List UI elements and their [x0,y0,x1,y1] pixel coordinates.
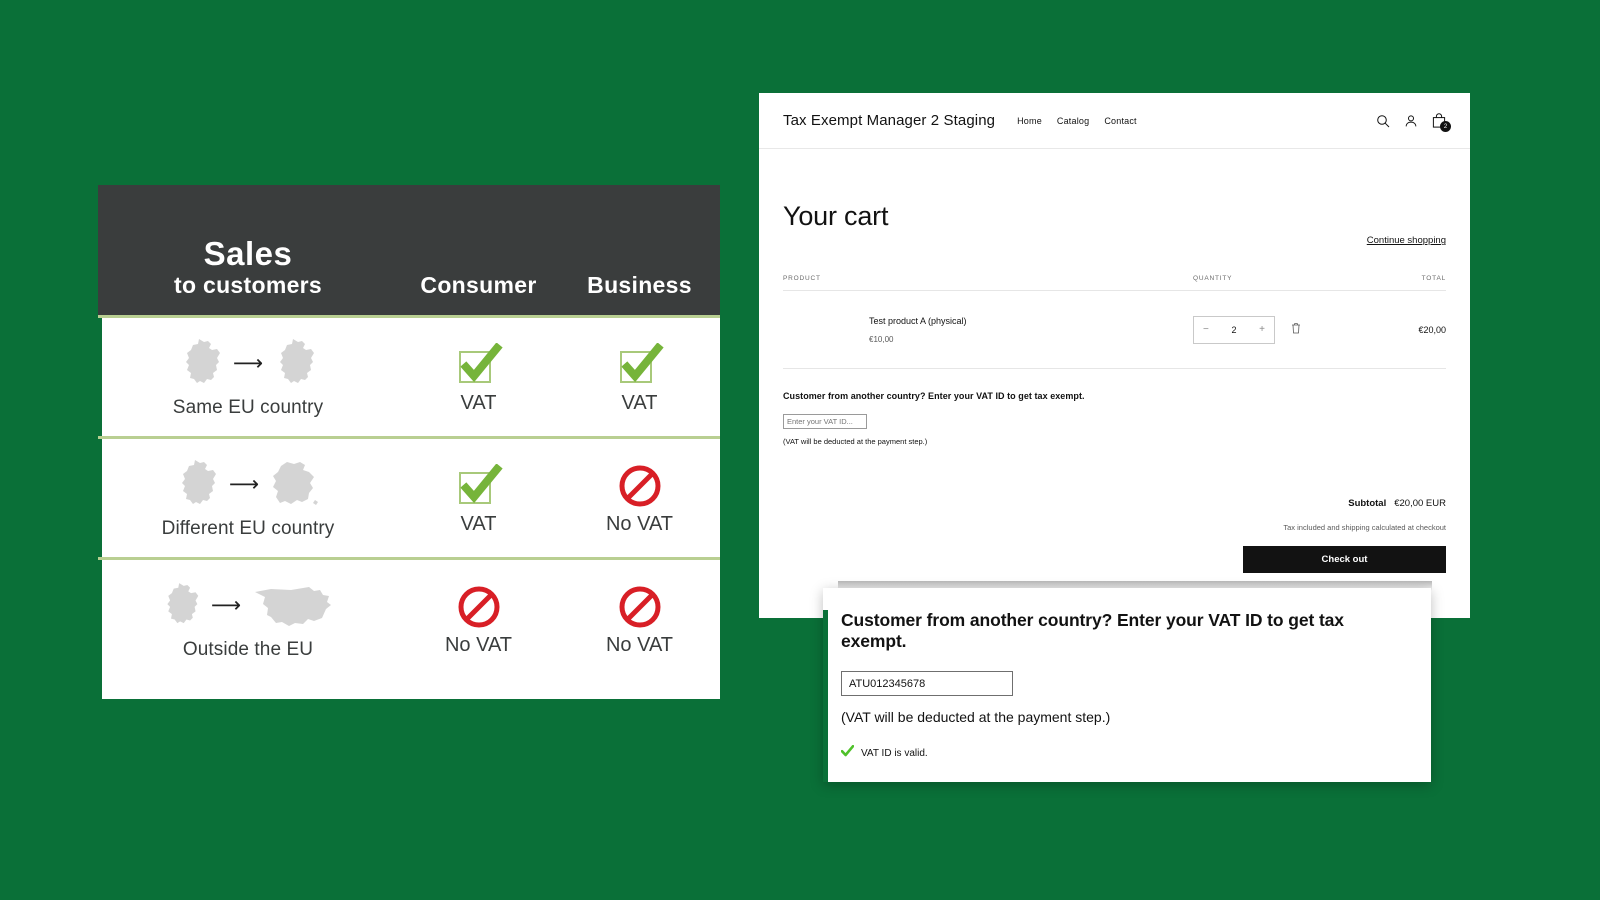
vat-id-input[interactable] [783,414,867,430]
germany-map-icon [273,337,317,389]
infographic-row: ⟶ Outside the EU No VAT No VAT [98,557,720,678]
scenario-cell: ⟶ Different EU country [98,456,398,540]
cart-column-headers: PRODUCT QUANTITY TOTAL [783,275,1446,292]
product-name[interactable]: Test product A (physical) [869,315,967,329]
business-result-text: No VAT [605,633,674,656]
subtotal-label: Subtotal [1348,498,1387,510]
business-result-cell: VAT [559,340,720,415]
nav-item-home[interactable]: Home [1017,116,1042,126]
usa-map-icon [251,582,335,628]
scenario-label: Different EU country [161,518,335,539]
inset-vat-id-input[interactable] [841,671,1013,696]
tax-shipping-note: Tax included and shipping calculated at … [1283,523,1446,533]
line-item-total: €20,00 [1418,324,1446,335]
store-logo[interactable]: Tax Exempt Manager 2 Staging [783,112,995,129]
storefront-window: Tax Exempt Manager 2 Staging Home Catalo… [759,93,1470,618]
validation-message: VAT ID is valid. [861,747,928,759]
cart-icon[interactable]: 2 [1432,113,1451,132]
vat-note-text: (VAT will be deducted at the payment ste… [783,437,928,447]
arrow-right-icon: ⟶ [232,350,264,375]
cart-page-body: Your cart Continue shopping PRODUCT QUAN… [759,149,1470,574]
business-result-text: VAT [621,391,658,414]
quantity-stepper[interactable]: − 2 + [1193,315,1275,344]
vat-exempt-section: Customer from another country? Enter you… [783,391,1446,446]
business-result-cell: No VAT [559,582,720,657]
consumer-result-text: VAT [460,391,497,414]
vat-validation-inset: Customer from another country? Enter you… [823,588,1431,782]
check-vat-icon [455,461,503,511]
arrow-right-icon: ⟶ [210,592,242,617]
scenario-label: Same EU country [172,397,324,418]
inset-left-accent-strip [823,610,828,782]
infographic-column-business: Business [587,272,692,298]
infographic-row: ⟶ Different EU country VAT No VAT [98,436,720,557]
infographic-title-line1: Sales [203,234,293,272]
arrow-right-icon: ⟶ [228,471,260,496]
scenario-maps: ⟶ [161,577,335,633]
scenario-cell: ⟶ Outside the EU [98,577,398,661]
subtotal-row: Subtotal €20,00 EUR [783,498,1446,509]
no-vat-icon [617,582,663,632]
product-info: Test product A (physical) €10,00 [869,315,967,344]
inset-vat-prompt: Customer from another country? Enter you… [841,610,1344,651]
quantity-decrease-button[interactable]: − [1203,324,1209,335]
column-header-total: TOTAL [1421,275,1446,283]
scenario-maps: ⟶ [179,335,317,391]
consumer-result-cell: No VAT [398,582,559,657]
germany-map-icon [179,337,223,389]
no-vat-icon [617,461,663,511]
subtotal-value: €20,00 EUR [1394,498,1446,510]
infographic-row: ⟶ Same EU country VAT VAT [98,315,720,436]
infographic-header: Sales to customers Consumer Business [98,185,720,315]
checkout-button[interactable]: Check out [1243,546,1446,574]
search-icon[interactable] [1376,114,1390,128]
france-map-icon [269,458,321,510]
main-nav: Home Catalog Contact [1017,116,1137,126]
header-icons: 2 [1376,113,1451,132]
vat-prompt-text: Customer from another country? Enter you… [783,391,1085,402]
consumer-result-cell: VAT [398,340,559,415]
inset-body: Customer from another country? Enter you… [823,588,1431,762]
check-icon [840,744,855,762]
trash-icon[interactable] [1291,321,1301,339]
continue-shopping-link[interactable]: Continue shopping [1367,235,1446,250]
infographic-column-consumer: Consumer [420,272,537,298]
germany-map-icon [175,458,219,510]
no-vat-icon [456,582,502,632]
cart-summary: Subtotal €20,00 EUR Tax included and ship… [783,498,1446,574]
check-vat-icon [616,340,664,390]
nav-item-contact[interactable]: Contact [1104,116,1136,126]
line-item-quantity: − 2 + [1193,315,1368,344]
column-header-quantity: QUANTITY [1193,275,1233,283]
business-result-text: No VAT [605,512,674,535]
business-result-cell: No VAT [559,461,720,536]
cart-line-item-row: Test product A (physical) €10,00 − 2 + €… [783,291,1446,370]
quantity-value: 2 [1231,324,1237,335]
check-vat-icon [455,340,503,390]
line-item-product: Test product A (physical) €10,00 [783,300,1193,360]
page-title: Your cart [783,201,889,232]
infographic-title: Sales to customers [98,237,398,315]
store-header: Tax Exempt Manager 2 Staging Home Catalo… [759,93,1470,149]
account-icon[interactable] [1404,114,1418,128]
cart-count-badge: 2 [1440,121,1451,132]
germany-map-icon [161,580,201,630]
consumer-result-text: No VAT [444,633,513,656]
quantity-increase-button[interactable]: + [1259,324,1265,335]
product-unit-price: €10,00 [869,334,894,344]
vat-validation-status: VAT ID is valid. [840,744,1413,762]
cart-header-row: Your cart Continue shopping [783,183,1446,250]
column-header-product: PRODUCT [783,275,821,283]
inset-vat-note: (VAT will be deducted at the payment ste… [841,709,1111,725]
scenario-label: Outside the EU [182,639,314,660]
scenario-maps: ⟶ [175,456,321,512]
product-thumbnail [783,300,843,360]
consumer-result-text: VAT [460,512,497,535]
infographic-title-line2: to customers [173,271,323,298]
vat-rules-infographic: Sales to customers Consumer Business ⟶ S… [98,185,720,699]
scenario-cell: ⟶ Same EU country [98,335,398,419]
consumer-result-cell: VAT [398,461,559,536]
nav-item-catalog[interactable]: Catalog [1057,116,1089,126]
